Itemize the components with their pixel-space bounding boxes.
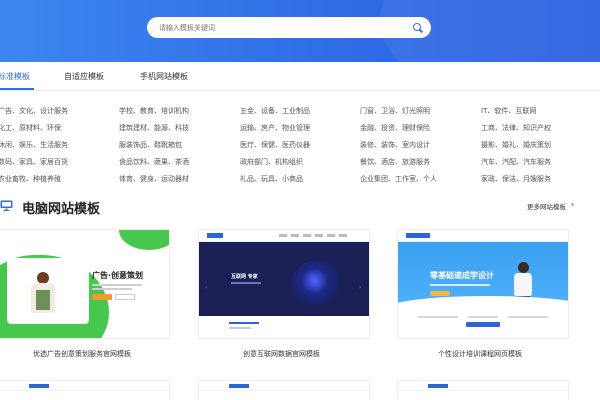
thumbnail-heading: 零基础速成学设计: [430, 271, 494, 280]
category-link[interactable]: 金融、投资、理财保险: [360, 123, 430, 133]
chevron-left-icon: ‹: [205, 284, 208, 291]
thumbnail-heading: 互联网 专家: [231, 274, 258, 280]
tab-mobile[interactable]: 手机网站模板: [140, 71, 188, 82]
category-link[interactable]: 政府部门、机构组织: [240, 157, 303, 167]
thumbnail-heading: 广告·创意策划: [92, 271, 144, 280]
thumbnail-navbar: [398, 230, 568, 242]
category-link[interactable]: 化工、原材料、环保: [0, 123, 61, 133]
category-link[interactable]: 食品饮料、蔬果、茶酒: [119, 157, 189, 167]
person-illustration: [29, 272, 57, 322]
thumbnail-button: [92, 294, 112, 300]
search-input[interactable]: [159, 23, 413, 32]
category-link[interactable]: 建筑建材、能源、科技: [119, 123, 189, 133]
category-link[interactable]: 学校、教育、培训机构: [119, 106, 189, 116]
template-card-thumbnail[interactable]: [397, 380, 569, 400]
chevron-right-icon[interactable]: ›: [571, 200, 574, 209]
template-card-title[interactable]: 创意互联网数据官网模板: [243, 349, 320, 359]
template-card-thumbnail[interactable]: 零基础速成学设计: [397, 229, 569, 339]
hero-banner: [0, 0, 600, 62]
category-link[interactable]: 餐饮、酒店、旅游服务: [360, 157, 430, 167]
monitor-icon: [0, 200, 13, 211]
tab-responsive[interactable]: 自适应模板: [64, 71, 104, 82]
template-card-thumbnail[interactable]: [0, 380, 170, 400]
category-link[interactable]: 广告、文化、设计服务: [0, 106, 68, 116]
category-link[interactable]: 体育、健身、运动器材: [119, 174, 189, 184]
decor-shape: [119, 230, 169, 250]
text-placeholder: [468, 316, 498, 318]
thumbnail-navbar: [199, 230, 369, 242]
category-link[interactable]: 汽车、汽配、汽车服务: [481, 157, 551, 167]
template-card-thumbnail[interactable]: 互联网 专家 ‹ ›: [198, 229, 370, 339]
section-header: 电脑网站模板 更多网站模板 ›: [0, 197, 600, 217]
text-placeholder: [92, 284, 142, 286]
category-link[interactable]: 礼品、玩具、小商品: [240, 174, 303, 184]
category-link[interactable]: 医疗、保健、医药仪器: [240, 140, 310, 150]
category-link[interactable]: 企业集团、工作室、个人: [360, 174, 437, 184]
text-placeholder: [508, 316, 548, 318]
more-templates-link[interactable]: 更多网站模板: [527, 201, 566, 211]
thumbnail-logo: [406, 233, 430, 238]
thumbnail-banner: 互联网 专家 ‹ ›: [199, 242, 369, 316]
category-link[interactable]: 农业畜牧、种植养殖: [0, 174, 61, 184]
template-tabs: 标准模板 自适应模板 手机网站模板: [0, 62, 600, 91]
text-placeholder: [418, 316, 458, 318]
template-card-title[interactable]: 个性设计培训课程网页模板: [438, 349, 522, 359]
text-placeholder: [229, 322, 259, 324]
tab-standard[interactable]: 标准模板: [0, 71, 30, 82]
active-tab-indicator: [0, 88, 34, 90]
thumbnail-logo: [207, 233, 223, 238]
chevron-right-icon: ›: [359, 284, 362, 291]
thumbnail-button: [466, 322, 500, 327]
search-box[interactable]: [147, 17, 431, 38]
category-link[interactable]: 摄影、婚礼、婚庆策划: [481, 140, 551, 150]
text-placeholder: [229, 327, 251, 329]
template-card-thumbnail[interactable]: 广告·创意策划: [0, 229, 170, 339]
text-placeholder: [92, 288, 132, 290]
category-link[interactable]: 工商、法律、知识产权: [481, 123, 551, 133]
category-link[interactable]: 家政、保洁、月嫂服务: [481, 174, 551, 184]
template-card-thumbnail[interactable]: [198, 380, 370, 400]
template-card-title[interactable]: 优选广告创意策划服务官网模板: [33, 349, 131, 359]
category-link[interactable]: 门窗、卫浴、灯光照明: [360, 106, 430, 116]
section-title: 电脑网站模板: [22, 202, 101, 217]
category-link[interactable]: 数码、家具、家居百货: [0, 157, 68, 167]
category-link[interactable]: 运输、房产、物业管理: [240, 123, 310, 133]
category-grid: 广告、文化、设计服务 学校、教育、培训机构 五金、设备、工业制品 门窗、卫浴、灯…: [0, 100, 600, 190]
category-link[interactable]: 五金、设备、工业制品: [240, 106, 310, 116]
category-link[interactable]: IT、软件、互联网: [481, 106, 536, 116]
category-link[interactable]: 装修、装饰、室内设计: [360, 140, 430, 150]
globe-illustration: [291, 260, 343, 312]
search-icon[interactable]: [413, 22, 423, 33]
category-link[interactable]: 服装饰品、鞋靴箱包: [119, 140, 182, 150]
thumbnail-button: [115, 294, 135, 300]
category-link[interactable]: 休闲、娱乐、生活服务: [0, 140, 68, 150]
